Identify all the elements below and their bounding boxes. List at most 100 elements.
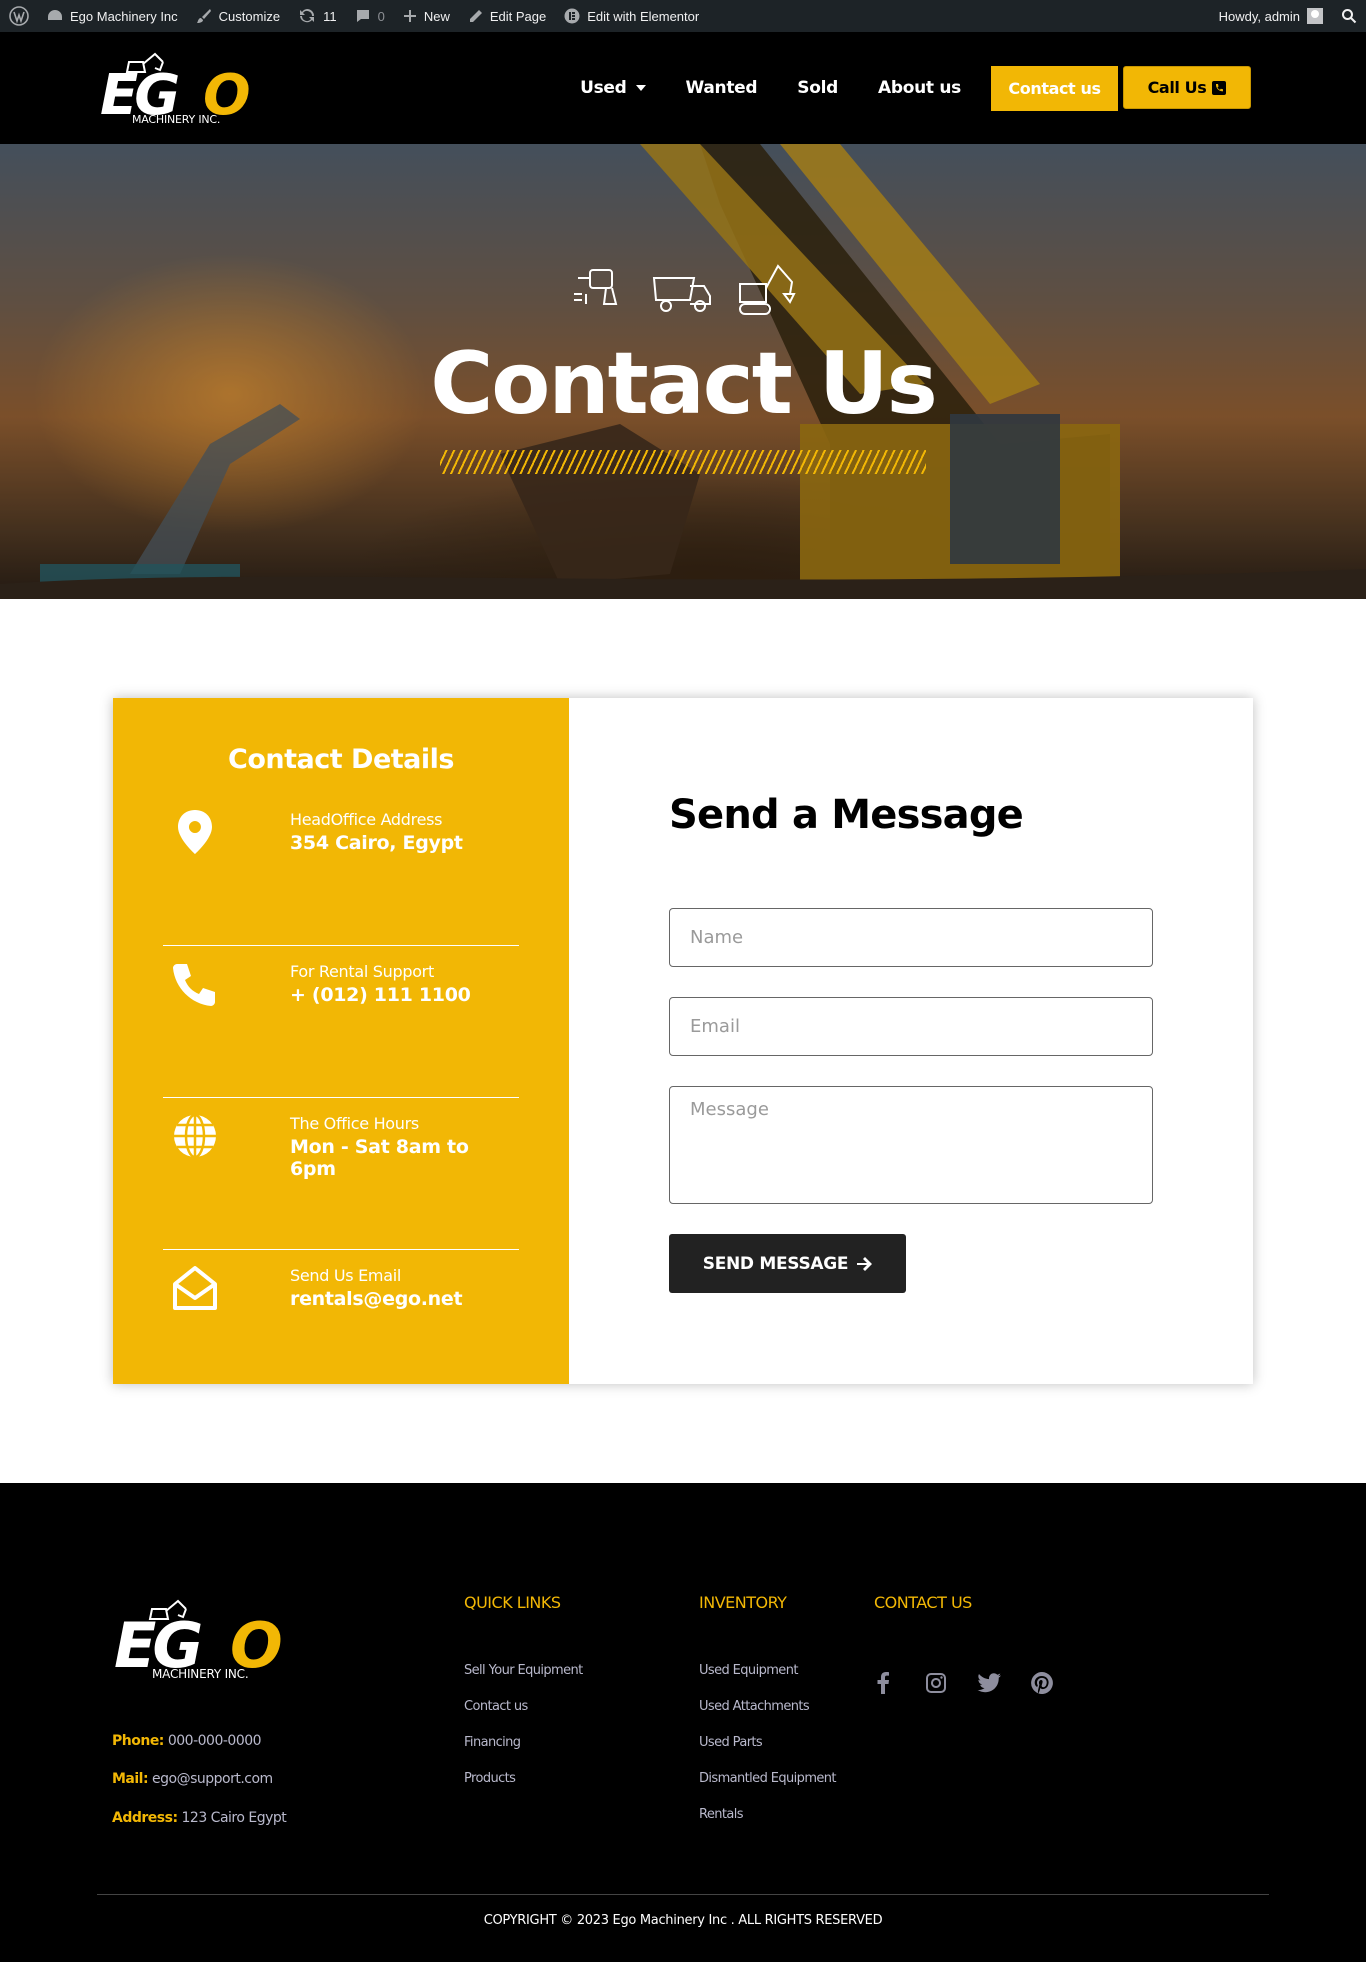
admin-edit-page-label: Edit Page bbox=[489, 8, 547, 24]
pinterest-icon[interactable] bbox=[1028, 1669, 1056, 1697]
footer-link-contact[interactable]: Contact us bbox=[464, 1699, 528, 1714]
footer-mail: Mail: ego@support.com bbox=[112, 1771, 273, 1787]
footer-address-value: 123 Cairo Egypt bbox=[181, 1810, 287, 1826]
nav-sold[interactable]: Sold bbox=[777, 66, 858, 110]
admin-comments-count: 0 bbox=[377, 8, 385, 24]
phone-square-icon bbox=[1212, 80, 1227, 95]
search-icon bbox=[1342, 9, 1357, 24]
admin-customize-label: Customize bbox=[218, 8, 281, 24]
detail-email: Send Us Email rentals@ego.net bbox=[163, 1250, 519, 1402]
nav-used[interactable]: Used bbox=[560, 66, 665, 110]
excavator-icon bbox=[739, 264, 796, 315]
detail-hours-value: Mon - Sat 8am to 6pm bbox=[290, 1136, 469, 1180]
email-input-placeholder: Email bbox=[690, 1016, 740, 1037]
logo-subtitle: MACHINERY INC. bbox=[132, 113, 221, 126]
footer-link-used-attachments[interactable]: Used Attachments bbox=[699, 1699, 810, 1714]
footer-phone: Phone: 000-000-0000 bbox=[112, 1733, 262, 1749]
contact-details-panel: Contact Details HeadOffice Address 354 C… bbox=[113, 698, 569, 1384]
instagram-icon[interactable] bbox=[922, 1669, 950, 1697]
admin-customize[interactable]: Customize bbox=[187, 0, 289, 32]
detail-address-label: HeadOffice Address bbox=[290, 810, 443, 829]
arrow-right-icon bbox=[857, 1256, 873, 1271]
comment-icon bbox=[356, 10, 369, 22]
phone-icon bbox=[173, 964, 215, 1006]
hero-banner: Contact Us bbox=[0, 144, 1366, 599]
detail-phone-value: + (012) 111 1100 bbox=[290, 984, 471, 1006]
main-nav: Used Wanted Sold About us bbox=[560, 66, 981, 110]
updates-icon bbox=[300, 9, 315, 23]
call-us-button[interactable]: Call Us bbox=[1123, 66, 1251, 109]
location-pin-icon bbox=[178, 810, 212, 854]
admin-howdy: Howdy, admin bbox=[1218, 8, 1300, 24]
elementor-icon bbox=[564, 8, 580, 24]
nav-about[interactable]: About us bbox=[858, 66, 981, 110]
footer-divider bbox=[97, 1894, 1269, 1895]
contact-us-button-label: Contact us bbox=[1008, 79, 1101, 98]
footer-link-financing[interactable]: Financing bbox=[464, 1735, 521, 1750]
nav-wanted[interactable]: Wanted bbox=[666, 66, 778, 110]
send-message-button[interactable]: SEND MESSAGE bbox=[669, 1234, 906, 1293]
page-title: Contact Us bbox=[430, 334, 938, 434]
footer-link-used-equipment[interactable]: Used Equipment bbox=[699, 1663, 798, 1678]
admin-new-label: New bbox=[423, 8, 450, 24]
admin-updates-count: 11 bbox=[323, 8, 337, 24]
facebook-icon[interactable] bbox=[869, 1669, 897, 1697]
call-us-button-label: Call Us bbox=[1147, 78, 1207, 97]
copyright: COPYRIGHT © 2023 Ego Machinery Inc . ALL… bbox=[483, 1913, 883, 1928]
admin-comments[interactable]: 0 bbox=[346, 0, 394, 32]
footer-link-rentals[interactable]: Rentals bbox=[699, 1807, 744, 1822]
footer-link-sell-equipment[interactable]: Sell Your Equipment bbox=[464, 1663, 583, 1678]
message-textarea[interactable]: Message bbox=[669, 1086, 1153, 1204]
globe-icon bbox=[174, 1113, 216, 1159]
admin-updates[interactable]: 11 bbox=[289, 0, 346, 32]
form-title: Send a Message bbox=[669, 792, 1024, 838]
nav-about-label: About us bbox=[878, 78, 961, 98]
footer-mail-label: Mail: bbox=[112, 1771, 149, 1787]
drill-icon bbox=[574, 269, 618, 305]
detail-phone: For Rental Support + (012) 111 1100 bbox=[163, 946, 519, 1098]
site-logo[interactable]: EG O MACHINERY INC. bbox=[97, 46, 272, 130]
contact-card: Contact Details HeadOffice Address 354 C… bbox=[113, 698, 1253, 1384]
inventory-heading: INVENTORY bbox=[699, 1593, 787, 1612]
footer-link-products[interactable]: Products bbox=[464, 1771, 516, 1786]
name-input[interactable]: Name bbox=[669, 908, 1153, 967]
envelope-open-icon bbox=[173, 1266, 217, 1310]
nav-wanted-label: Wanted bbox=[685, 78, 758, 98]
detail-address: HeadOffice Address 354 Cairo, Egypt bbox=[163, 794, 519, 946]
footer-link-dismantled[interactable]: Dismantled Equipment bbox=[699, 1771, 837, 1786]
message-textarea-placeholder: Message bbox=[690, 1099, 769, 1120]
admin-edit-elementor-label: Edit with Elementor bbox=[587, 8, 700, 24]
footer-address: Address: 123 Cairo Egypt bbox=[112, 1810, 287, 1826]
footer-mail-value[interactable]: ego@support.com bbox=[152, 1771, 273, 1787]
pencil-icon bbox=[469, 9, 482, 22]
chevron-down-icon bbox=[635, 85, 646, 91]
contact-us-button[interactable]: Contact us bbox=[991, 66, 1118, 111]
twitter-icon[interactable] bbox=[975, 1669, 1003, 1697]
admin-edit-page[interactable]: Edit Page bbox=[459, 0, 555, 32]
detail-email-value[interactable]: rentals@ego.net bbox=[290, 1288, 463, 1310]
footer-phone-label: Phone: bbox=[112, 1733, 164, 1749]
dump-truck-icon bbox=[652, 277, 711, 312]
admin-site-name[interactable]: Ego Machinery Inc bbox=[38, 0, 187, 32]
email-input[interactable]: Email bbox=[669, 997, 1153, 1056]
dashboard-icon bbox=[48, 10, 62, 20]
site-header: EG O MACHINERY INC. Used Wanted Sold Abo… bbox=[0, 32, 1366, 144]
admin-account[interactable]: Howdy, admin bbox=[1210, 0, 1332, 32]
site-footer: EG O MACHINERY INC. Phone: 000-000-0000 … bbox=[0, 1483, 1366, 1962]
avatar bbox=[1307, 8, 1323, 24]
admin-search[interactable] bbox=[1332, 0, 1366, 32]
footer-address-label: Address: bbox=[112, 1810, 178, 1826]
wordpress-logo-icon[interactable] bbox=[0, 0, 38, 32]
name-input-placeholder: Name bbox=[690, 927, 744, 948]
footer-link-used-parts[interactable]: Used Parts bbox=[699, 1735, 763, 1750]
detail-email-label: Send Us Email bbox=[290, 1266, 402, 1285]
admin-edit-elementor[interactable]: Edit with Elementor bbox=[555, 0, 708, 32]
detail-hours: The Office Hours Mon - Sat 8am to 6pm bbox=[163, 1098, 519, 1250]
footer-phone-value: 000-000-0000 bbox=[167, 1733, 262, 1749]
footer-logo[interactable]: EG O MACHINERY INC. bbox=[112, 1591, 307, 1685]
contact-details-title: Contact Details bbox=[228, 744, 454, 775]
send-message-button-label: SEND MESSAGE bbox=[702, 1253, 849, 1274]
plus-icon bbox=[403, 10, 416, 22]
admin-bar: Ego Machinery Inc Customize 11 0 New Edi… bbox=[0, 0, 1366, 32]
admin-new[interactable]: New bbox=[394, 0, 459, 32]
